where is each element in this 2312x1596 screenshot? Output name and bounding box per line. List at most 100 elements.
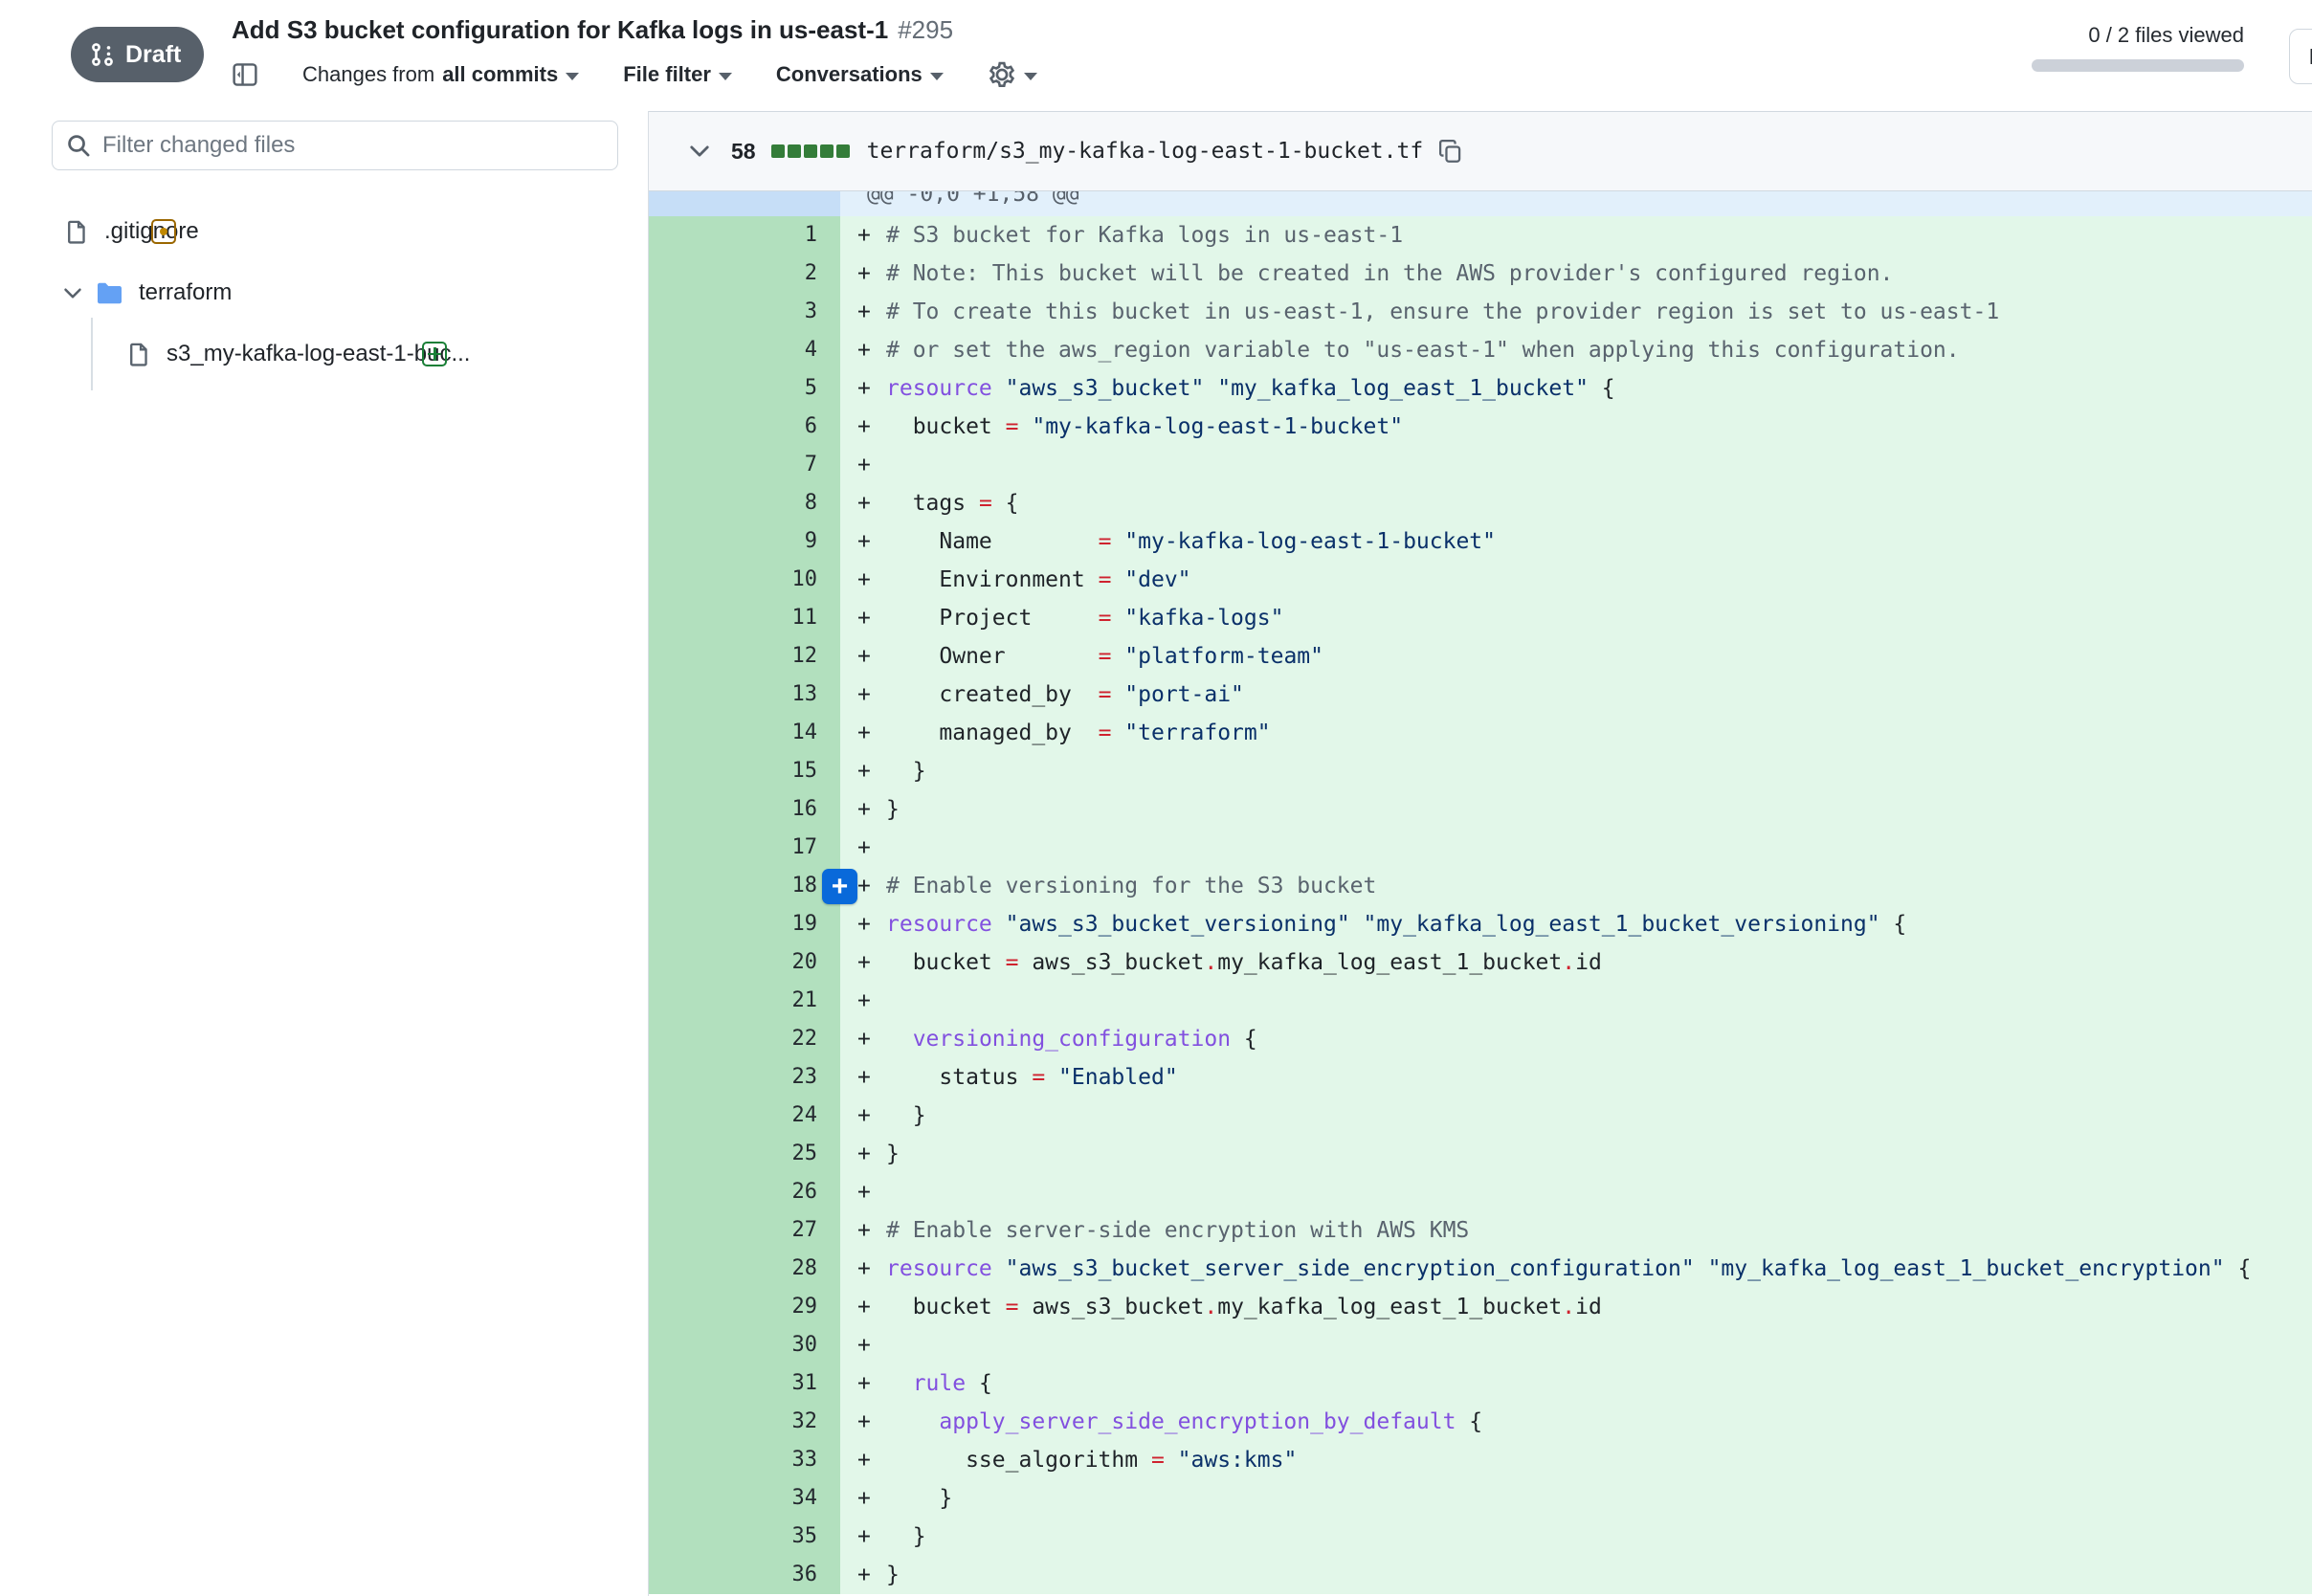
tree-file-s3-my-kafka-log-east-1-buc-[interactable]: s3_my-kafka-log-east-1-buc... [0,329,647,379]
line-number[interactable]: 6 [649,408,840,446]
line-number[interactable]: 32 [649,1403,840,1441]
code-text: versioning_configuration { [886,1020,1257,1058]
line-number[interactable]: 33 [649,1441,840,1479]
diff-plus-marker: + [857,1250,886,1288]
file-filter-dropdown[interactable]: File filter [623,62,732,87]
code-text: } [886,1518,926,1556]
diff-line-30: 30+ [649,1326,2312,1364]
line-number[interactable]: 7 [649,446,840,484]
added-line-content: +} [840,1135,2312,1173]
code-text: sse_algorithm = "aws:kms" [886,1441,1297,1479]
diff-plus-marker: + [857,829,886,867]
diffstat-square [804,144,817,158]
diff-line-14: 14+ managed_by = "terraform" [649,714,2312,752]
code-text: Project = "kafka-logs" [886,599,1283,637]
added-line-content: +resource "aws_s3_bucket_server_side_enc… [840,1250,2312,1288]
copy-file-path-icon[interactable] [1438,139,1463,164]
changed-files-sidebar: .gitignore terraform s3_my-kafka-log-east-… [0,111,649,1596]
code-text: } [886,1556,900,1594]
diff-line-15: 15+ } [649,752,2312,790]
diff-plus-marker: + [857,331,886,369]
tree-file--gitignore[interactable]: .gitignore [0,207,647,256]
line-number[interactable]: 3 [649,293,840,331]
line-number[interactable]: 12 [649,637,840,676]
changes-from-prefix: Changes from [302,62,434,87]
line-number[interactable]: 25 [649,1135,840,1173]
line-number[interactable]: 21 [649,982,840,1020]
code-text: apply_server_side_encryption_by_default … [886,1403,1482,1441]
line-number[interactable]: 11 [649,599,840,637]
line-number[interactable]: 2 [649,255,840,293]
filter-changed-files-input[interactable] [102,132,604,159]
code-text: bucket = aws_s3_bucket.my_kafka_log_east… [886,1288,1602,1326]
diff-line-21: 21 + [649,982,2312,1020]
line-number[interactable]: 27 [649,1211,840,1250]
diff-line-13: 13+ created_by = "port-ai" [649,676,2312,714]
code-text: } [886,790,900,829]
review-changes-button-partial[interactable]: R [2289,29,2312,84]
line-number[interactable]: 14 [649,714,840,752]
code-text: Environment = "dev" [886,561,1191,599]
diff-plus-marker: + [857,216,886,255]
line-number[interactable]: 36 [649,1556,840,1594]
line-number[interactable]: 4 [649,331,840,369]
diff-plus-marker: + [857,982,886,1020]
collapse-file-chevron-icon[interactable] [689,144,710,158]
line-number[interactable]: 23 [649,1058,840,1097]
line-number[interactable]: 30 [649,1326,840,1364]
code-text: managed_by = "terraform" [886,714,1271,752]
line-number[interactable]: 1 [649,216,840,255]
diff-line-20: 20+ bucket = aws_s3_bucket.my_kafka_log_… [649,943,2312,982]
line-number[interactable]: 16 [649,790,840,829]
line-number[interactable]: 20 [649,943,840,982]
line-number[interactable]: 15 [649,752,840,790]
diff-line-35: 35+ } [649,1518,2312,1556]
diff-plus-marker: + [857,1479,886,1518]
diff-line-22: 22+ versioning_configuration { [649,1020,2312,1058]
changes-from-dropdown[interactable]: Changes from all commits [302,62,579,87]
chevron-down-icon [1024,73,1037,80]
line-number[interactable]: 29 [649,1288,840,1326]
line-number[interactable]: 18 [649,867,840,905]
diff-line-31: 31+ rule { [649,1364,2312,1403]
files-viewed-counter: 0 / 2 files viewed [2032,23,2244,48]
diff-settings-dropdown[interactable] [988,60,1037,89]
added-line-content: + apply_server_side_encryption_by_defaul… [840,1403,2312,1441]
diffstat-square [836,144,850,158]
added-line-content: + managed_by = "terraform" [840,714,2312,752]
collapse-sidebar-button[interactable] [232,62,258,87]
line-number[interactable]: 10 [649,561,840,599]
line-number[interactable]: 17 [649,829,840,867]
line-number[interactable]: 13 [649,676,840,714]
diffstat-square [820,144,834,158]
diff-plus-marker: + [857,1364,886,1403]
line-number[interactable]: 31 [649,1364,840,1403]
diff-plus-marker: + [857,255,886,293]
tree-folder-terraform[interactable]: terraform [0,268,647,318]
line-number[interactable]: 35 [649,1518,840,1556]
line-number[interactable]: 8 [649,484,840,522]
line-number[interactable]: 26 [649,1173,840,1211]
diffstat-square [771,144,785,158]
diff-plus-marker: + [857,1211,886,1250]
line-number[interactable]: 34 [649,1479,840,1518]
line-number[interactable]: 24 [649,1097,840,1135]
hunk-body: @@ -0,0 +1,58 @@ [840,191,2312,216]
conversations-dropdown[interactable]: Conversations [776,62,944,87]
diff-plus-marker: + [857,1441,886,1479]
line-number[interactable]: 19 [649,905,840,943]
code-text: created_by = "port-ai" [886,676,1244,714]
add-line-comment-button[interactable]: + [822,869,857,904]
line-number[interactable]: 22 [649,1020,840,1058]
diff-plus-marker: + [857,1556,886,1594]
line-number[interactable]: 28 [649,1250,840,1288]
hunk-header-row: @@ -0,0 +1,58 @@ [649,191,2312,216]
diff-line-7: 7+ [649,446,2312,484]
code-text: resource "aws_s3_bucket_server_side_encr… [886,1250,2251,1288]
conversations-label: Conversations [776,62,923,87]
added-line-content: + bucket = "my-kafka-log-east-1-bucket" [840,408,2312,446]
file-filter-search[interactable] [52,121,618,170]
diff-code-rows: 1+# S3 bucket for Kafka logs in us-east-… [649,216,2312,1594]
line-number[interactable]: 5 [649,369,840,408]
line-number[interactable]: 9 [649,522,840,561]
